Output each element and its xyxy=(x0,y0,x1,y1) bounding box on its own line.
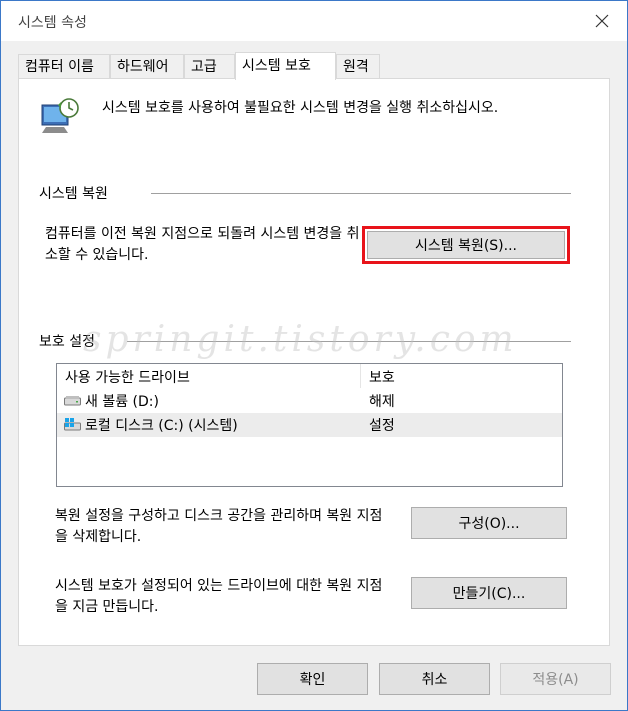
drive-name: 로컬 디스크 (C:) (시스템) xyxy=(85,418,238,434)
restore-description: 컴퓨터를 이전 복원 지점으로 되돌려 시스템 변경을 취소할 수 있습니다. xyxy=(45,226,360,263)
section-divider xyxy=(151,193,571,194)
tab-remote[interactable]: 원격 xyxy=(336,54,380,78)
drive-protection-status: 해제 xyxy=(369,394,395,410)
title-bar: 시스템 속성 xyxy=(1,1,627,41)
tab-hardware[interactable]: 하드웨어 xyxy=(110,54,184,78)
column-header-drives[interactable]: 사용 가능한 드라이브 xyxy=(65,367,190,387)
create-button[interactable]: 만들기(C)... xyxy=(411,577,567,609)
system-protection-icon xyxy=(40,97,80,137)
close-button[interactable] xyxy=(587,7,617,35)
tab-system-protection[interactable]: 시스템 보호 xyxy=(235,52,336,80)
system-drive-icon xyxy=(64,417,81,436)
list-item[interactable]: 새 볼륨 (D:) 해제 xyxy=(57,389,562,413)
apply-button[interactable]: 적용(A) xyxy=(500,663,611,695)
configure-button[interactable]: 구성(O)... xyxy=(411,507,567,539)
list-item[interactable]: 로컬 디스크 (C:) (시스템) 설정 xyxy=(57,413,562,437)
drive-name: 새 볼륨 (D:) xyxy=(85,394,159,410)
create-description: 시스템 보호가 설정되어 있는 드라이브에 대한 복원 지점을 지금 만듭니다. xyxy=(55,578,383,615)
column-divider xyxy=(360,364,361,388)
system-protection-panel: 시스템 보호를 사용하여 불필요한 시스템 변경을 실행 취소하십시오. 시스템… xyxy=(18,78,610,646)
list-header: 사용 가능한 드라이브 보호 xyxy=(57,364,562,388)
drive-list[interactable]: 사용 가능한 드라이브 보호 새 볼륨 (D:) 해제 로컬 디스크 (C:) … xyxy=(56,363,563,487)
column-header-protection[interactable]: 보호 xyxy=(369,367,395,387)
cancel-button[interactable]: 취소 xyxy=(379,663,490,695)
drive-protection-status: 설정 xyxy=(369,418,395,434)
tab-advanced[interactable]: 고급 xyxy=(184,54,235,78)
tab-computer-name[interactable]: 컴퓨터 이름 xyxy=(18,54,110,78)
window-title: 시스템 속성 xyxy=(18,15,87,31)
system-properties-window: 시스템 속성 컴퓨터 이름 하드웨어 고급 시스템 보호 원격 시스템 보호를 … xyxy=(0,0,628,711)
ok-button[interactable]: 확인 xyxy=(257,663,368,695)
close-icon xyxy=(595,14,609,28)
system-restore-section-label: 시스템 복원 xyxy=(39,186,108,202)
dialog-footer: 확인 취소 적용(A) xyxy=(1,646,627,710)
section-divider xyxy=(127,341,571,342)
configure-description: 복원 설정을 구성하고 디스크 공간을 관리하며 복원 지점을 삭제합니다. xyxy=(55,508,383,545)
system-restore-button[interactable]: 시스템 복원(S)... xyxy=(362,226,570,264)
drive-icon xyxy=(64,395,81,411)
intro-text: 시스템 보호를 사용하여 불필요한 시스템 변경을 실행 취소하십시오. xyxy=(102,100,499,116)
protection-settings-section-label: 보호 설정 xyxy=(39,334,95,350)
tab-strip: 컴퓨터 이름 하드웨어 고급 시스템 보호 원격 xyxy=(18,52,618,80)
